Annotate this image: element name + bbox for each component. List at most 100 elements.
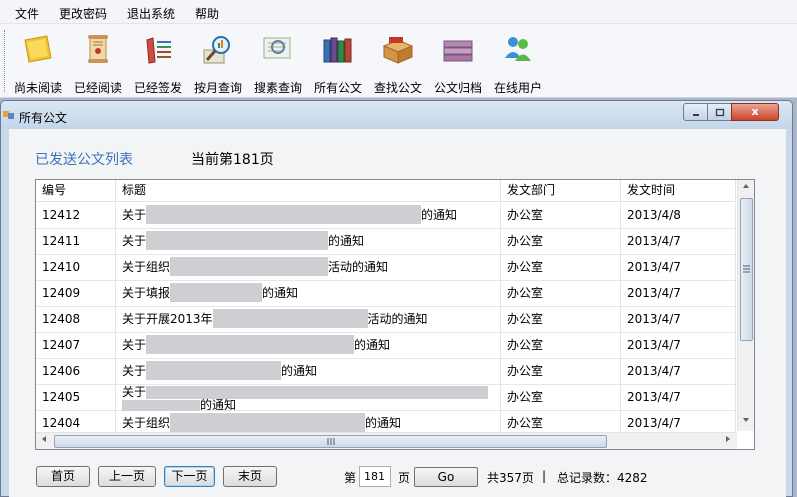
child-window-all-documents: 所有公文 x 已发送公文列表 当前第181页 编号 标题 发文部门 发文时间 1…: [0, 100, 793, 497]
restore-button[interactable]: [707, 103, 732, 121]
menu-file[interactable]: 文件: [15, 5, 39, 22]
first-page-button[interactable]: 首页: [36, 466, 90, 487]
restore-icon: [715, 108, 724, 117]
column-header-department[interactable]: 发文部门: [501, 180, 621, 202]
toolbar-label: 搜素查询: [253, 81, 302, 95]
title-suffix: 活动的通知: [367, 312, 428, 326]
next-page-button[interactable]: 下一页: [164, 466, 215, 487]
toolbar-button-all-documents[interactable]: 所有公文: [309, 28, 367, 95]
page-prefix-label: 第: [344, 471, 357, 485]
toolbar-button-find-documents[interactable]: 查找公文: [369, 28, 427, 95]
toolbar-button-read[interactable]: 已经阅读: [69, 28, 127, 95]
cell-id: 12408: [36, 307, 116, 333]
total-records-label: 总记录数：4282: [557, 471, 648, 485]
redacted-block: [146, 231, 329, 250]
page-suffix-label: 页: [398, 471, 411, 485]
column-header-title[interactable]: 标题: [116, 180, 501, 202]
cell-title: 关于 的通知: [116, 359, 501, 385]
cell-date: 2013/4/7: [621, 229, 736, 255]
child-window-titlebar[interactable]: 所有公文 x: [1, 101, 792, 129]
scroll-up-button[interactable]: [738, 180, 754, 196]
cell-title: 关于组织 活动的通知: [116, 255, 501, 281]
cell-date: 2013/4/7: [621, 307, 736, 333]
cell-date: 2013/4/8: [621, 203, 736, 229]
toolbar-button-search[interactable]: 搜素查询: [249, 28, 307, 95]
menu-exit-system[interactable]: 退出系统: [127, 5, 175, 22]
go-button[interactable]: Go: [414, 467, 478, 487]
chevron-down-icon: [743, 418, 749, 422]
scroll-left-button[interactable]: [36, 433, 52, 449]
menu-help[interactable]: 帮助: [195, 5, 219, 22]
redacted-block: [212, 309, 368, 328]
redacted-block: [146, 361, 282, 380]
toolbar-label: 查找公文: [373, 81, 422, 95]
cell-department: 办公室: [501, 229, 621, 255]
sticky-note-icon: [24, 35, 52, 63]
cell-department: 办公室: [501, 333, 621, 359]
title-suffix: 的通知: [200, 398, 237, 411]
title-prefix: 关于: [122, 385, 147, 399]
table-row[interactable]: 12410 关于组织 活动的通知 办公室 2013/4/7: [36, 255, 736, 281]
title-suffix: 的通知: [328, 234, 365, 248]
table-row[interactable]: 12405 关于 的通知 办公室 2013/4/7: [36, 385, 736, 411]
title-prefix: 关于: [122, 234, 147, 248]
cell-department: 办公室: [501, 203, 621, 229]
scroll-right-button[interactable]: [720, 433, 736, 449]
cell-date: 2013/4/7: [621, 385, 736, 411]
toolbar: 尚未阅读 已经阅读 已经签发 按月查询 搜素查询 所有公文 查找公文 公文归档 …: [0, 24, 797, 98]
cell-department: 办公室: [501, 255, 621, 281]
search-document-icon: [263, 37, 291, 59]
cell-title: 关于 的通知: [116, 203, 501, 229]
horizontal-scroll-thumb[interactable]: [54, 435, 607, 448]
toolbar-button-online-users[interactable]: 在线用户: [489, 28, 547, 95]
title-suffix: 的通知: [421, 208, 458, 222]
table-row[interactable]: 12409 关于填报 的通知 办公室 2013/4/7: [36, 281, 736, 307]
scroll-down-button[interactable]: [738, 414, 754, 430]
vertical-scroll-thumb[interactable]: [740, 198, 753, 341]
cell-department: 办公室: [501, 281, 621, 307]
title-prefix: 关于填报: [122, 286, 171, 300]
close-icon: x: [751, 105, 759, 118]
toolbar-button-by-month[interactable]: 按月查询: [189, 28, 247, 95]
column-header-date[interactable]: 发文时间: [621, 180, 736, 202]
redacted-block: [170, 257, 329, 276]
title-prefix: 关于: [122, 364, 147, 378]
title-prefix: 关于: [122, 338, 147, 352]
vertical-scrollbar[interactable]: [737, 180, 754, 431]
cell-id: 12407: [36, 333, 116, 359]
redacted-block: [170, 283, 263, 302]
table-row[interactable]: 12408 关于开展2013年 活动的通知 办公室 2013/4/7: [36, 307, 736, 333]
toolbar-button-archive[interactable]: 公文归档: [429, 28, 487, 95]
cell-date: 2013/4/7: [621, 359, 736, 385]
cell-title: 关于的通知: [116, 385, 501, 411]
close-button[interactable]: x: [731, 103, 779, 121]
toolbar-label: 在线用户: [493, 81, 542, 95]
table-row[interactable]: 12407 关于 的通知 办公室 2013/4/7: [36, 333, 736, 359]
cell-title: 关于 的通知: [116, 229, 501, 255]
table-row[interactable]: 12411 关于 的通知 办公室 2013/4/7: [36, 229, 736, 255]
redacted-block: [122, 400, 200, 411]
cell-id: 12406: [36, 359, 116, 385]
last-page-button[interactable]: 末页: [223, 466, 277, 487]
table-row[interactable]: 12412 关于 的通知 办公室 2013/4/8: [36, 203, 736, 229]
title-prefix: 关于: [122, 208, 147, 222]
magnifier-chart-icon: [203, 36, 230, 64]
menu-change-password[interactable]: 更改密码: [59, 5, 107, 22]
previous-page-button[interactable]: 上一页: [98, 466, 156, 487]
cell-date: 2013/4/7: [621, 255, 736, 281]
menu-bar: 文件 更改密码 退出系统 帮助: [0, 0, 797, 24]
toolbar-label: 已经阅读: [73, 81, 122, 95]
column-header-id[interactable]: 编号: [36, 180, 116, 202]
toolbar-button-signed[interactable]: 已经签发: [129, 28, 187, 95]
minimize-button[interactable]: [683, 103, 708, 121]
cell-title: 关于开展2013年 活动的通知: [116, 307, 501, 333]
horizontal-scrollbar[interactable]: [36, 432, 737, 449]
toolbar-label: 尚未阅读: [13, 81, 62, 95]
table-row[interactable]: 12406 关于 的通知 办公室 2013/4/7: [36, 359, 736, 385]
toolbar-button-unread[interactable]: 尚未阅读: [9, 28, 67, 95]
list-caption: 已发送公文列表: [35, 152, 133, 168]
page-number-input[interactable]: [359, 466, 391, 487]
toolbar-label: 已经签发: [133, 81, 182, 95]
cell-title: 关于填报 的通知: [116, 281, 501, 307]
minimize-icon: [692, 114, 699, 116]
